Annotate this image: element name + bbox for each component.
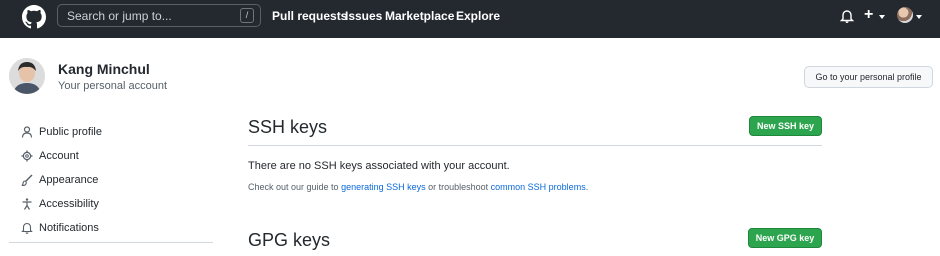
generating-ssh-keys-link[interactable]: generating SSH keys — [341, 182, 426, 192]
ssh-help-suffix: . — [585, 182, 589, 192]
create-new-button[interactable]: + — [864, 6, 873, 24]
sidebar-item-account[interactable]: Account — [21, 147, 211, 167]
sidebar-item-label: Public profile — [39, 126, 102, 138]
nav-issues[interactable]: Issues — [345, 9, 382, 23]
sidebar-item-appearance[interactable]: Appearance — [21, 171, 211, 191]
ssh-help-text: Check out our guide to generating SSH ke… — [248, 182, 588, 192]
top-navbar: Search or jump to... / Pull requests Iss… — [0, 0, 940, 38]
nav-marketplace[interactable]: Marketplace — [385, 9, 454, 23]
bell-icon — [21, 222, 33, 234]
ssh-help-prefix: Check out our guide to — [248, 182, 342, 192]
sidebar-item-label: Appearance — [39, 174, 99, 186]
avatar-portrait-icon — [9, 58, 45, 94]
new-gpg-key-button[interactable]: New GPG key — [748, 228, 822, 248]
person-icon — [21, 126, 33, 138]
sidebar-item-label: Notifications — [39, 222, 99, 234]
ssh-section-divider — [248, 145, 822, 146]
search-input[interactable]: Search or jump to... / — [57, 4, 261, 27]
ssh-keys-heading: SSH keys — [248, 117, 328, 137]
sidebar-divider — [9, 242, 213, 243]
github-logo-icon[interactable] — [22, 5, 46, 29]
nav-explore[interactable]: Explore — [456, 9, 500, 23]
notifications-bell-icon[interactable] — [840, 8, 854, 24]
search-placeholder: Search or jump to... — [67, 9, 172, 23]
nav-pull-requests[interactable]: Pull requests — [272, 9, 347, 23]
user-display-name: Kang Minchul — [58, 61, 150, 77]
paintbrush-icon — [21, 174, 33, 186]
account-type-label: Your personal account — [58, 80, 168, 92]
gear-icon — [21, 150, 33, 162]
sidebar-item-label: Account — [39, 150, 79, 162]
accessibility-icon — [22, 198, 32, 210]
go-to-profile-button[interactable]: Go to your personal profile — [804, 66, 933, 88]
new-ssh-key-button[interactable]: New SSH key — [749, 116, 822, 136]
user-avatar — [9, 58, 45, 94]
common-ssh-problems-link[interactable]: common SSH problems — [491, 182, 586, 192]
sidebar-item-notifications[interactable]: Notifications — [21, 219, 211, 239]
sidebar-item-public-profile[interactable]: Public profile — [21, 123, 211, 143]
user-menu-avatar[interactable] — [897, 7, 913, 23]
search-shortcut-key: / — [240, 8, 254, 23]
sidebar-item-accessibility[interactable]: Accessibility — [21, 195, 211, 215]
ssh-help-middle: or troubleshoot — [425, 182, 491, 192]
sidebar-item-label: Accessibility — [39, 198, 99, 210]
gpg-keys-heading: GPG keys — [248, 230, 331, 250]
ssh-empty-message: There are no SSH keys associated with yo… — [248, 160, 510, 172]
create-dropdown-caret-icon[interactable] — [879, 15, 885, 19]
user-menu-caret-icon[interactable] — [916, 15, 922, 19]
